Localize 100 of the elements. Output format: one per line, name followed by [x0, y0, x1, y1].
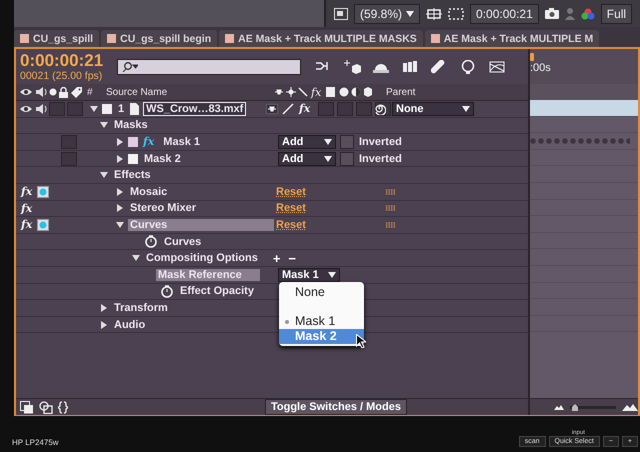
expanded-triangle-icon[interactable]: [132, 254, 140, 262]
menu-item[interactable]: Mask 1: [279, 314, 364, 329]
effect-name[interactable]: Stereo Mixer: [128, 202, 198, 214]
composition-icon: [20, 34, 29, 43]
remove-button[interactable]: −: [287, 250, 298, 266]
effect-name[interactable]: Mosaic: [128, 186, 170, 198]
layer-switch[interactable]: [356, 102, 372, 116]
shy-icon[interactable]: [266, 104, 278, 114]
spiral-icon[interactable]: [374, 102, 386, 115]
inverted-checkbox[interactable]: [340, 134, 354, 149]
menu-item[interactable]: None: [279, 284, 364, 300]
current-time[interactable]: 0:00:00:21: [20, 52, 104, 70]
stopwatch-icon[interactable]: [160, 284, 174, 298]
speaker-icon[interactable]: [35, 102, 47, 115]
collapsed-triangle-icon[interactable]: [116, 204, 124, 212]
label-color-swatch[interactable]: [102, 104, 112, 114]
collapsed-triangle-icon[interactable]: [100, 320, 108, 329]
region-icon[interactable]: [448, 8, 464, 20]
small-mountain-icon[interactable]: [554, 404, 564, 410]
search-field[interactable]: [117, 58, 302, 74]
sparkle-cube-icon[interactable]: [344, 60, 362, 74]
lock-switch[interactable]: [61, 134, 77, 149]
composition-tab[interactable]: AE Mask + Track MULTIPLE MASKS: [219, 30, 423, 47]
toggle-switches-button[interactable]: Toggle Switches / Modes: [265, 399, 407, 415]
effect-toggle-icon[interactable]: [37, 218, 50, 231]
composition-tab[interactable]: CU_gs_spill: [14, 30, 100, 47]
property-label[interactable]: Curves: [162, 236, 204, 248]
solo-switch[interactable]: [49, 102, 65, 116]
property-label[interactable]: Effect Opacity: [178, 285, 256, 298]
add-button[interactable]: +: [272, 250, 282, 266]
composition-icon: [225, 34, 234, 43]
lock-icon[interactable]: [59, 86, 68, 98]
mask-color-swatch[interactable]: [128, 154, 138, 164]
grid-icon[interactable]: [426, 8, 442, 20]
fx-label: fx: [20, 218, 34, 232]
parent-dropdown[interactable]: None: [392, 102, 474, 116]
options-icon[interactable]: [386, 222, 396, 228]
color-circles-icon[interactable]: [580, 8, 595, 20]
expanded-triangle-icon[interactable]: [90, 104, 98, 113]
graph-editor-icon[interactable]: [489, 60, 508, 74]
eye-icon[interactable]: [19, 86, 33, 98]
property-group-label[interactable]: Audio: [112, 318, 148, 331]
composition-icon: [430, 34, 440, 43]
zoom-slider-icon[interactable]: [570, 403, 616, 411]
lock-switch[interactable]: [61, 152, 77, 166]
timecode-display: 0:00:00:21: [470, 4, 539, 24]
collapsed-triangle-icon[interactable]: [116, 154, 124, 163]
large-mountain-icon[interactable]: [622, 404, 638, 410]
fx-label: fx: [20, 202, 34, 215]
window-icon[interactable]: [334, 8, 348, 20]
effect-toggle-icon[interactable]: [37, 186, 50, 198]
expanded-triangle-icon[interactable]: [100, 171, 108, 180]
comp-flow-icon[interactable]: [20, 400, 34, 414]
composition-tab[interactable]: CU_gs_spill begin: [101, 30, 218, 47]
tag-icon[interactable]: [70, 86, 83, 98]
reset-link[interactable]: Reset: [276, 218, 306, 231]
resolution-dropdown[interactable]: Full: [600, 4, 632, 24]
sun-icon: [286, 87, 296, 97]
collapsed-triangle-icon[interactable]: [116, 188, 124, 196]
layer-name[interactable]: WS_Crow…83.mxf: [143, 102, 246, 116]
mask-name[interactable]: Mask 1: [161, 136, 202, 148]
collapsed-triangle-icon[interactable]: [100, 304, 108, 312]
stopwatch-icon[interactable]: [144, 235, 158, 248]
inverted-checkbox[interactable]: [340, 152, 354, 166]
time-ruler[interactable]: :00s: [530, 49, 638, 84]
zoom-dropdown[interactable]: (59.8%): [354, 4, 420, 24]
collapsed-triangle-icon[interactable]: [116, 138, 124, 146]
layer-switch[interactable]: [337, 102, 353, 116]
property-group-label[interactable]: Masks: [112, 119, 150, 132]
mask-color-swatch[interactable]: [128, 136, 138, 147]
mask-reference-dropdown[interactable]: Mask 1: [278, 268, 340, 282]
property-group-label[interactable]: Effects: [112, 169, 153, 182]
mask-name[interactable]: Mask 2: [142, 152, 183, 165]
camera-icon[interactable]: [544, 8, 559, 19]
options-icon[interactable]: [386, 205, 396, 212]
dropdown-arrow-icon: [462, 106, 470, 112]
speaker-icon[interactable]: [35, 86, 47, 98]
solo-dot-icon[interactable]: [49, 88, 57, 96]
expanded-triangle-icon[interactable]: [116, 220, 124, 229]
lock-switch[interactable]: [67, 102, 83, 116]
composition-tab[interactable]: AE Mask + Track MULTIPLE M: [424, 30, 600, 47]
expanded-triangle-icon[interactable]: [100, 121, 108, 130]
checkbox-label: Inverted: [358, 136, 403, 148]
dropdown-arrow-icon: [406, 10, 414, 16]
reset-link[interactable]: Reset: [276, 186, 306, 198]
mask-mode-dropdown[interactable]: Add: [278, 152, 336, 166]
overlap-icon[interactable]: [39, 400, 53, 414]
braces-icon[interactable]: [58, 400, 68, 414]
file-icon: [130, 102, 140, 115]
quality-icon[interactable]: [282, 102, 294, 115]
person-icon[interactable]: [564, 8, 575, 20]
dropdown-arrow-icon: [324, 156, 332, 162]
layer-switch[interactable]: [318, 102, 334, 116]
time-indicator-handle[interactable]: [530, 53, 534, 61]
options-icon[interactable]: [386, 188, 396, 195]
mask-mode-dropdown[interactable]: Add: [278, 134, 336, 149]
search-icon[interactable]: [122, 62, 138, 72]
property-group-label[interactable]: Transform: [112, 302, 170, 314]
reset-link[interactable]: Reset: [276, 202, 306, 214]
property-group-label[interactable]: Compositing Options: [144, 252, 260, 264]
